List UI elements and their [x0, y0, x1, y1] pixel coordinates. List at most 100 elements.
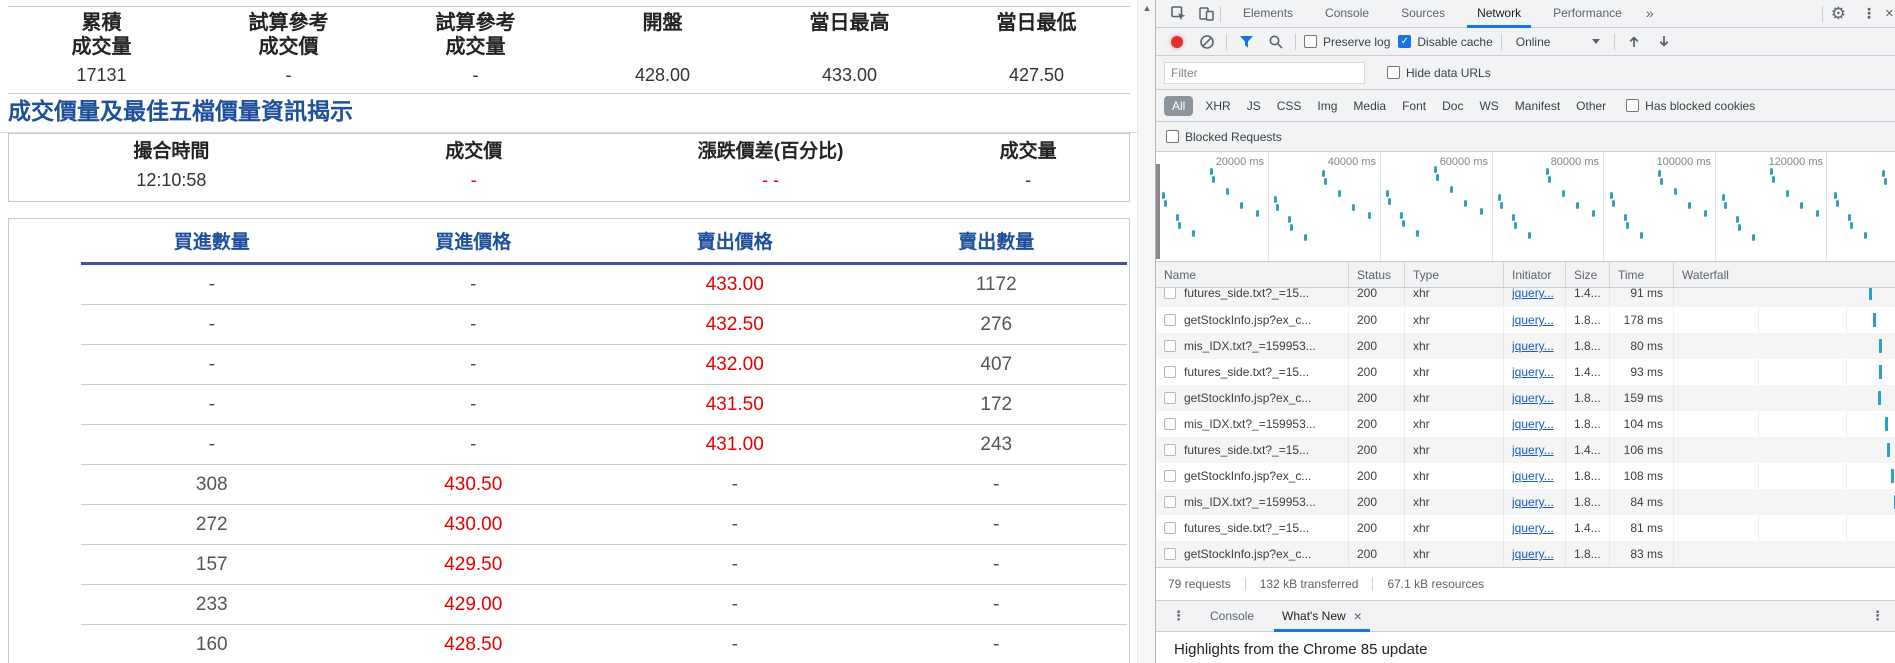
request-checkbox[interactable]: [1164, 392, 1176, 404]
page-scrollbar[interactable]: ▲: [1137, 0, 1155, 663]
network-request-row[interactable]: getStockInfo.jsp?ex_c... 200 xhr jquery.…: [1156, 463, 1895, 489]
filter-input[interactable]: [1164, 62, 1365, 84]
search-button[interactable]: [1265, 31, 1287, 53]
network-request-row[interactable]: mis_IDX.txt?_=159953... 200 xhr jquery..…: [1156, 333, 1895, 359]
initiator-link[interactable]: jquery...: [1512, 521, 1554, 535]
network-request-row[interactable]: futures_side.txt?_=15... 200 xhr jquery.…: [1156, 288, 1895, 307]
hide-data-urls-control[interactable]: Hide data URLs: [1387, 66, 1491, 80]
has-blocked-cookies-control[interactable]: Has blocked cookies: [1626, 99, 1755, 113]
devtools-tab[interactable]: Console: [1309, 0, 1385, 28]
column-header-status[interactable]: Status: [1349, 262, 1405, 287]
column-header-type[interactable]: Type: [1405, 262, 1504, 287]
request-name-cell[interactable]: futures_side.txt?_=15...: [1156, 437, 1349, 463]
has-blocked-cookies-checkbox[interactable]: [1626, 99, 1639, 112]
initiator-link[interactable]: jquery...: [1512, 339, 1554, 353]
column-header-initiator[interactable]: Initiator: [1504, 262, 1566, 287]
request-name-cell[interactable]: futures_side.txt?_=15...: [1156, 359, 1349, 385]
resource-type-chip[interactable]: JS: [1239, 96, 1269, 116]
export-har-button[interactable]: [1653, 31, 1675, 53]
request-checkbox[interactable]: [1164, 340, 1176, 352]
close-whats-new-icon[interactable]: ×: [1354, 608, 1362, 624]
resource-type-chip[interactable]: Doc: [1434, 96, 1471, 116]
request-checkbox[interactable]: [1164, 314, 1176, 326]
resource-type-chip[interactable]: Font: [1394, 96, 1434, 116]
request-name-cell[interactable]: futures_side.txt?_=15...: [1156, 288, 1349, 306]
request-checkbox[interactable]: [1164, 496, 1176, 508]
resource-type-chip[interactable]: All: [1164, 96, 1193, 116]
drawer-menu-icon[interactable]: ⋮: [1162, 608, 1196, 624]
scroll-up-icon[interactable]: ▲: [1138, 3, 1156, 13]
resource-type-chip[interactable]: Other: [1568, 96, 1614, 116]
blocked-requests-control[interactable]: Blocked Requests: [1166, 130, 1282, 144]
devtools-tab[interactable]: Elements: [1227, 0, 1309, 28]
request-checkbox[interactable]: [1164, 522, 1176, 534]
network-request-row[interactable]: getStockInfo.jsp?ex_c... 200 xhr jquery.…: [1156, 385, 1895, 411]
clear-button[interactable]: [1196, 31, 1218, 53]
network-request-row[interactable]: mis_IDX.txt?_=159953... 200 xhr jquery..…: [1156, 411, 1895, 437]
inspect-element-button[interactable]: [1164, 1, 1192, 27]
request-name-cell[interactable]: mis_IDX.txt?_=159953...: [1156, 333, 1349, 359]
import-har-button[interactable]: [1623, 31, 1645, 53]
network-request-row[interactable]: mis_IDX.txt?_=159953... 200 xhr jquery..…: [1156, 489, 1895, 515]
initiator-link[interactable]: jquery...: [1512, 469, 1554, 483]
drawer-tab-whats-new[interactable]: What's New ×: [1268, 601, 1376, 632]
disable-cache-control[interactable]: ✓ Disable cache: [1398, 35, 1492, 49]
devtools-tab[interactable]: Sources: [1385, 0, 1461, 28]
more-tabs-button[interactable]: »: [1638, 0, 1662, 27]
settings-gear-icon[interactable]: ⚙: [1823, 4, 1854, 24]
network-request-row[interactable]: futures_side.txt?_=15... 200 xhr jquery.…: [1156, 437, 1895, 463]
record-button[interactable]: [1166, 31, 1188, 53]
request-checkbox[interactable]: [1164, 470, 1176, 482]
initiator-link[interactable]: jquery...: [1512, 417, 1554, 431]
network-request-row[interactable]: futures_side.txt?_=15... 200 xhr jquery.…: [1156, 359, 1895, 385]
network-request-row[interactable]: getStockInfo.jsp?ex_c... 200 xhr jquery.…: [1156, 541, 1895, 567]
column-header-size[interactable]: Size: [1566, 262, 1610, 287]
request-checkbox[interactable]: [1164, 288, 1176, 299]
column-header-name[interactable]: Name: [1156, 262, 1349, 287]
request-name-cell[interactable]: mis_IDX.txt?_=159953...: [1156, 489, 1349, 515]
initiator-link[interactable]: jquery...: [1512, 313, 1554, 327]
devtools-tab[interactable]: Network: [1461, 0, 1537, 28]
column-header-time[interactable]: Time: [1610, 262, 1674, 287]
preserve-log-control[interactable]: Preserve log: [1304, 35, 1390, 49]
request-name-cell[interactable]: getStockInfo.jsp?ex_c...: [1156, 307, 1349, 333]
timeline-left-handle[interactable]: [1156, 164, 1160, 259]
column-header-waterfall[interactable]: Waterfall: [1674, 262, 1895, 287]
initiator-link[interactable]: jquery...: [1512, 495, 1554, 509]
devtools-tab[interactable]: Performance: [1537, 0, 1638, 28]
throttling-dropdown[interactable]: Online: [1510, 35, 1606, 49]
device-toolbar-button[interactable]: [1192, 1, 1220, 27]
disable-cache-checkbox[interactable]: ✓: [1398, 35, 1411, 48]
resource-type-chip[interactable]: Manifest: [1507, 96, 1568, 116]
drawer-tab-console[interactable]: Console: [1196, 601, 1268, 632]
initiator-link[interactable]: jquery...: [1512, 365, 1554, 379]
initiator-link[interactable]: jquery...: [1512, 547, 1554, 561]
network-overview-timeline[interactable]: 20000 ms40000 ms60000 ms80000 ms100000 m…: [1156, 152, 1895, 262]
preserve-log-checkbox[interactable]: [1304, 35, 1317, 48]
request-name-cell[interactable]: getStockInfo.jsp?ex_c...: [1156, 385, 1349, 411]
resource-type-chip[interactable]: XHR: [1197, 96, 1238, 116]
initiator-link[interactable]: jquery...: [1512, 391, 1554, 405]
resource-type-chip[interactable]: WS: [1471, 96, 1506, 116]
request-checkbox[interactable]: [1164, 548, 1176, 560]
request-name-cell[interactable]: getStockInfo.jsp?ex_c...: [1156, 463, 1349, 489]
filter-toggle-button[interactable]: [1235, 31, 1257, 53]
request-name-cell[interactable]: mis_IDX.txt?_=159953...: [1156, 411, 1349, 437]
resource-type-chip[interactable]: CSS: [1269, 96, 1310, 116]
request-checkbox[interactable]: [1164, 444, 1176, 456]
initiator-link[interactable]: jquery...: [1512, 443, 1554, 457]
network-request-row[interactable]: getStockInfo.jsp?ex_c... 200 xhr jquery.…: [1156, 307, 1895, 333]
network-request-row[interactable]: futures_side.txt?_=15... 200 xhr jquery.…: [1156, 515, 1895, 541]
request-name-cell[interactable]: getStockInfo.jsp?ex_c...: [1156, 541, 1349, 567]
request-checkbox[interactable]: [1164, 418, 1176, 430]
resource-type-chip[interactable]: Media: [1345, 96, 1394, 116]
initiator-link[interactable]: jquery...: [1512, 288, 1554, 300]
drawer-overflow-icon[interactable]: ⋮: [1861, 608, 1895, 624]
request-name-cell[interactable]: futures_side.txt?_=15...: [1156, 515, 1349, 541]
customize-menu-icon[interactable]: ⋮: [1854, 5, 1885, 22]
close-devtools-icon[interactable]: ×: [1885, 5, 1895, 22]
resource-type-chip[interactable]: Img: [1309, 96, 1345, 116]
request-checkbox[interactable]: [1164, 366, 1176, 378]
hide-data-urls-checkbox[interactable]: [1387, 66, 1400, 79]
blocked-requests-checkbox[interactable]: [1166, 130, 1179, 143]
